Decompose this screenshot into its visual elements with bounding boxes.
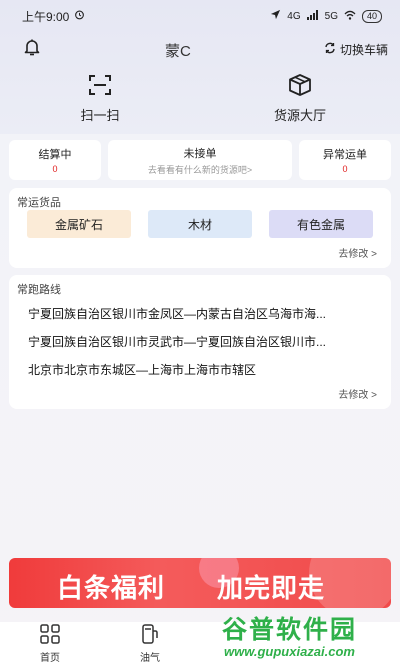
tab-home[interactable]: 首页 <box>0 622 100 666</box>
location-icon <box>270 9 281 23</box>
tab-home-label: 首页 <box>40 653 60 664</box>
route-item[interactable]: 北京市北京市东城区—上海市上海市市辖区 <box>28 361 384 378</box>
banner-text-left: 白条福利 <box>57 573 166 603</box>
scan-icon <box>88 74 112 99</box>
bell-icon[interactable] <box>22 37 42 62</box>
order-stats: 结算中 0 未接单 去看看有什么新的货源吧> 异常运单 0 <box>9 140 391 180</box>
vehicle-plate-title: 蒙C <box>165 43 191 60</box>
goods-tag-ore[interactable]: 金属矿石 <box>27 210 131 238</box>
frequent-goods-card: 常运货品 金属矿石 木材 有色金属 去修改 > <box>9 188 391 268</box>
settling-label: 结算中 <box>38 149 72 161</box>
fuel-icon <box>139 624 161 647</box>
box-icon <box>288 74 312 99</box>
cargo-hall-label: 货源大厅 <box>273 108 326 123</box>
goods-title: 常运货品 <box>17 197 61 209</box>
alarm-icon <box>74 9 85 23</box>
abnormal-count: 0 <box>342 164 348 174</box>
watermark-title: 谷普软件园 <box>222 616 358 644</box>
pending-label: 未接单 <box>183 147 217 160</box>
abnormal-label: 异常运单 <box>323 149 367 161</box>
watermark-url: www.gupuxiazai.com <box>224 644 355 659</box>
scan-label: 扫一扫 <box>80 108 120 123</box>
goods-tag-wood[interactable]: 木材 <box>148 210 252 238</box>
settling-count: 0 <box>52 164 58 174</box>
tab-fuel-label: 油气 <box>140 653 160 664</box>
banner-text-right: 加完即走 <box>217 573 326 603</box>
route-item[interactable]: 宁夏回族自治区银川市灵武市—宁夏回族自治区银川市... <box>28 333 384 350</box>
abnormal-stat[interactable]: 异常运单 0 <box>299 140 391 180</box>
promo-banner[interactable]: 白条福利 加完即走 <box>9 558 391 608</box>
switch-vehicle-button[interactable]: 切换车辆 <box>324 41 388 58</box>
route-item[interactable]: 宁夏回族自治区银川市金凤区—内蒙古自治区乌海市海... <box>28 305 384 322</box>
pending-stat[interactable]: 未接单 去看看有什么新的货源吧> <box>108 140 292 180</box>
battery-indicator: 40 <box>361 9 382 23</box>
signal-icon <box>306 9 319 23</box>
routes-title: 常跑路线 <box>17 284 61 296</box>
switch-vehicle-label: 切换车辆 <box>339 42 388 57</box>
status-bar: 上午9:00 4G 5G 40 <box>0 0 400 32</box>
pending-hint[interactable]: 去看看有什么新的货源吧> <box>148 163 252 176</box>
quick-actions: 扫一扫 货源大厅 <box>0 74 400 128</box>
scan-button[interactable]: 扫一扫 <box>0 74 200 128</box>
goods-tag-nonferrous[interactable]: 有色金属 <box>269 210 373 238</box>
watermark-logo: 谷普软件园 www.gupuxiazai.com <box>214 610 394 666</box>
goods-tags: 金属矿石 木材 有色金属 <box>27 210 373 238</box>
tab-fuel[interactable]: 油气 <box>100 622 200 666</box>
status-time: 上午9:00 <box>22 9 70 24</box>
frequent-routes-card: 常跑路线 宁夏回族自治区银川市金凤区—内蒙古自治区乌海市海... 宁夏回族自治区… <box>9 275 391 409</box>
goods-edit-link[interactable]: 去修改 > <box>338 245 377 260</box>
network-label-2: 5G <box>324 10 338 22</box>
network-label-1: 4G <box>287 10 301 22</box>
grid-icon <box>39 624 61 647</box>
refresh-icon <box>324 42 336 57</box>
cargo-hall-button[interactable]: 货源大厅 <box>200 74 400 128</box>
settling-stat[interactable]: 结算中 0 <box>9 140 101 180</box>
top-bar: 蒙C 切换车辆 <box>0 32 400 66</box>
routes-edit-link[interactable]: 去修改 > <box>338 386 377 401</box>
wifi-icon <box>344 10 356 23</box>
